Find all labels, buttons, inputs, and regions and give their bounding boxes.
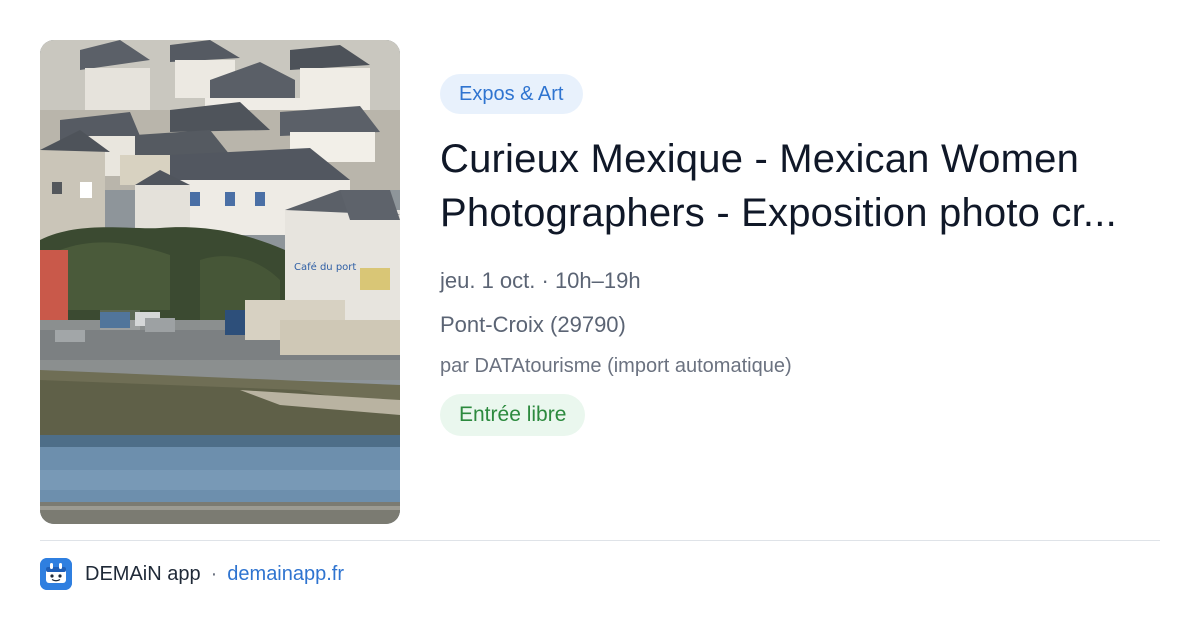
event-card[interactable]: Café du port Expos & Art Curieux Mexique… <box>40 40 1160 524</box>
cafe-sign: Café du port <box>294 261 356 273</box>
category-badge[interactable]: Expos & Art <box>440 74 583 114</box>
event-details: Expos & Art Curieux Mexique - Mexican Wo… <box>440 74 1160 436</box>
app-name: DEMAiN app <box>85 562 201 585</box>
footer-divider <box>40 540 1160 541</box>
footer: DEMAiN app · demainapp.fr <box>40 558 344 590</box>
price-badge: Entrée libre <box>440 394 586 436</box>
footer-separator: · <box>210 562 218 585</box>
event-photo: Café du port <box>40 40 400 524</box>
event-title[interactable]: Curieux Mexique - Mexican Women Photogra… <box>440 132 1160 240</box>
event-source: par DATAtourisme (import automatique) <box>440 355 792 377</box>
demain-app-logo-icon <box>40 558 72 590</box>
event-location: Pont-Croix (29790) <box>440 312 626 337</box>
event-date: jeu. 1 oct. · 10h–19h <box>440 268 641 293</box>
app-url-link[interactable]: demainapp.fr <box>227 563 344 586</box>
